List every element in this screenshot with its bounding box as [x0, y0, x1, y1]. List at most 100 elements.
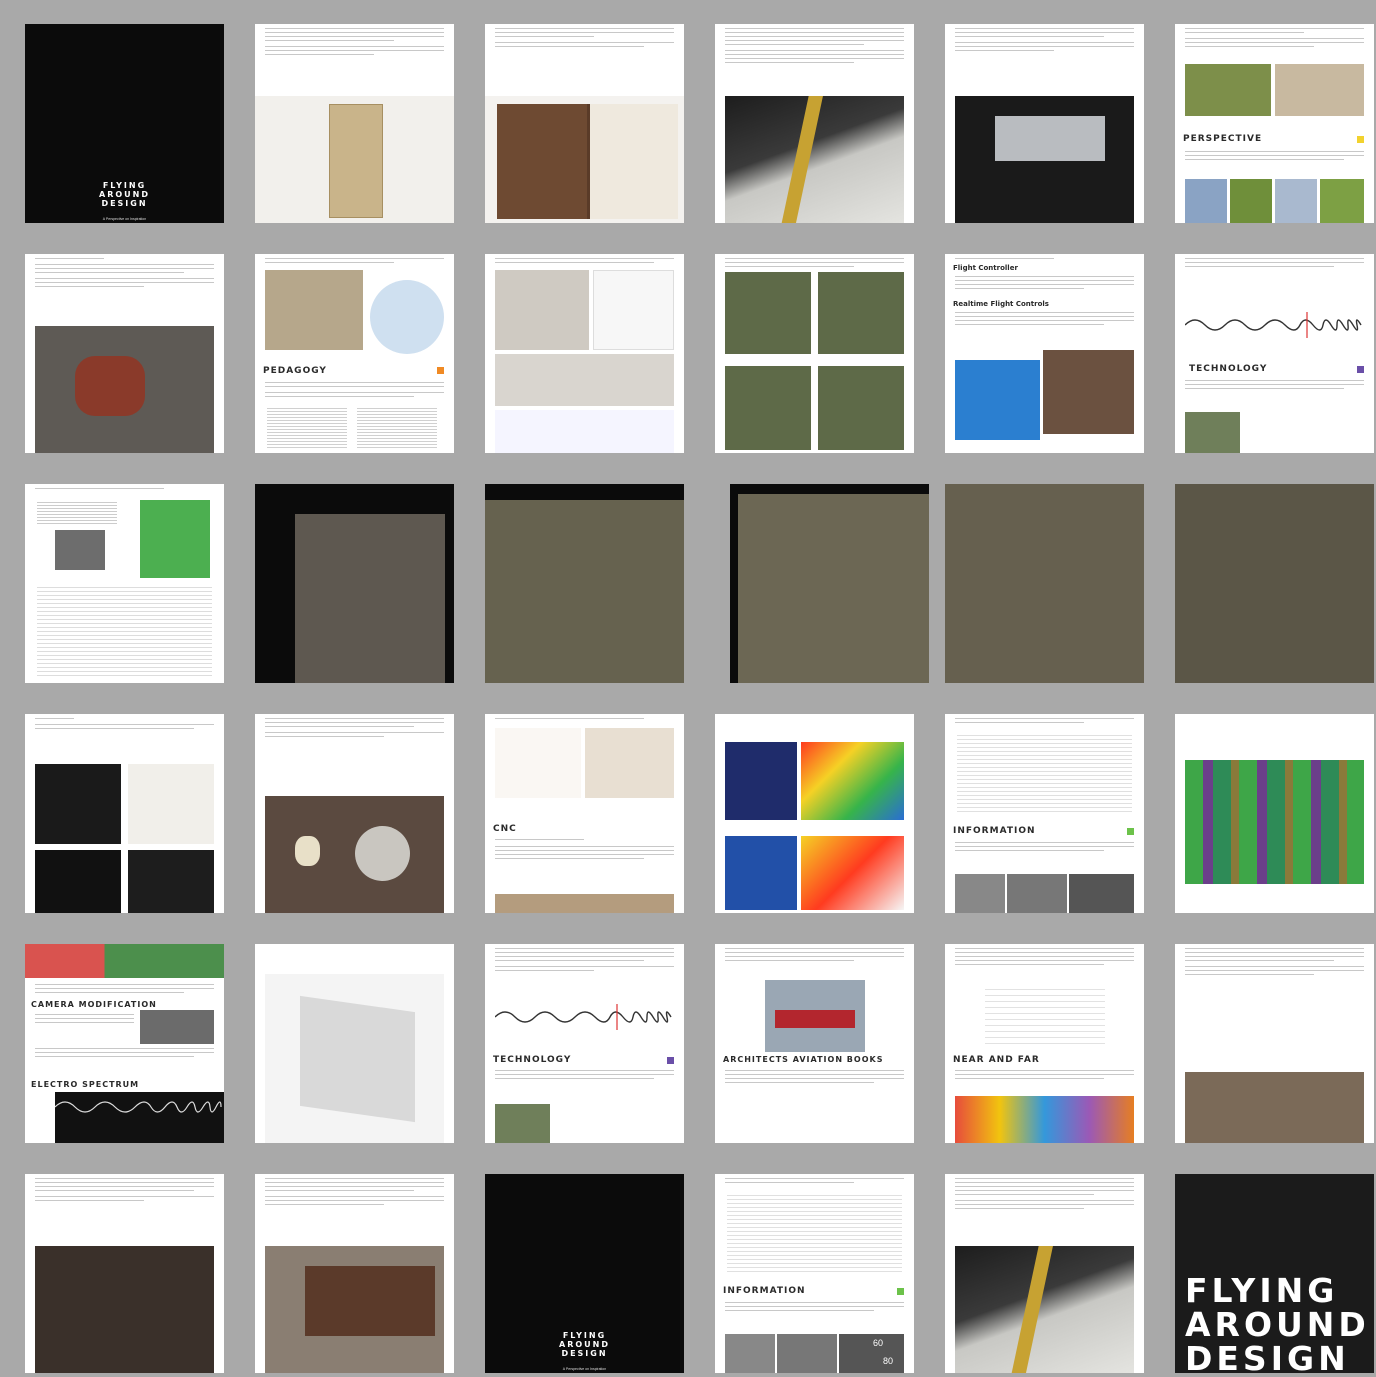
flight-controller-heading: Flight Controller — [953, 264, 1018, 272]
cover-title-2-line-3: DESIGN — [561, 1348, 608, 1358]
page-workshop-frames[interactable] — [1175, 944, 1374, 1143]
document-excerpt-left — [267, 406, 347, 450]
cover-title-2: FLYING AROUND DESIGN — [485, 1331, 684, 1358]
thermal-image-4 — [801, 836, 904, 910]
page-window-strut-2[interactable] — [945, 1174, 1144, 1373]
page-multispectral[interactable] — [1175, 714, 1374, 913]
near-and-far-heading: NEAR AND FAR — [953, 1055, 1040, 1065]
pedagogy-color-square — [437, 367, 444, 374]
page-leather-case[interactable] — [485, 24, 684, 223]
photo-wood-model — [585, 728, 674, 798]
pedagogy-heading: PEDAGOGY — [263, 366, 327, 376]
photo-gauge — [1007, 874, 1067, 913]
map-green — [140, 500, 210, 578]
page-architects-aviation-books[interactable]: ARCHITECTS AVIATION BOOKS — [715, 944, 914, 1143]
page-3d-model[interactable] — [255, 944, 454, 1143]
photo-horizon-2 — [495, 1104, 550, 1143]
page-camera-modification[interactable]: CAMERA MODIFICATION ELECTRO SPECTRUM — [25, 944, 224, 1143]
photo-rods — [495, 354, 674, 406]
page-cockpit-interior[interactable] — [25, 1174, 224, 1373]
photo-clouds — [1185, 179, 1227, 223]
page-window-strut[interactable] — [715, 24, 914, 223]
cover-large-title-line-3: DESIGN — [1185, 1338, 1350, 1373]
page-near-and-far[interactable]: NEAR AND FAR — [945, 944, 1144, 1143]
gray-shapes — [55, 530, 105, 570]
gauge-label-80: 80 — [883, 1356, 894, 1366]
page-pedagogy[interactable]: PEDAGOGY — [255, 254, 454, 453]
perspective-heading: PERSPECTIVE — [1183, 134, 1263, 144]
cover-large-title-line-2: AROUND — [1185, 1304, 1370, 1344]
page-cover-small[interactable]: FLYING AROUND DESIGN A Perspective on In… — [25, 24, 224, 223]
aerial-plan-2 — [818, 272, 904, 354]
photo-paper-envelope — [255, 96, 454, 223]
photo-airplane-people — [765, 980, 865, 1052]
thermal-image-3 — [725, 836, 797, 910]
page-aerial-mosaic-5[interactable] — [1175, 484, 1374, 683]
page-thermal[interactable] — [715, 714, 914, 913]
page-flight-controller[interactable]: Flight Controller Realtime Flight Contro… — [945, 254, 1144, 453]
page-cover-small-2[interactable]: FLYING AROUND DESIGN A Perspective on In… — [485, 1174, 684, 1373]
cnc-heading: CNC — [493, 824, 517, 834]
colored-plans — [955, 1096, 1134, 1143]
page-aerial-mosaic-2[interactable] — [485, 484, 684, 683]
cover-title-line-3: DESIGN — [101, 198, 148, 208]
3d-model-render — [265, 974, 444, 1143]
page-cover-large[interactable]: FLYING AROUND DESIGN — [1175, 1174, 1374, 1373]
photo-cockpit — [955, 96, 1134, 223]
page-technology[interactable]: TECHNOLOGY — [1175, 254, 1374, 453]
cover-large-title-line-1: FLYING — [1185, 1271, 1339, 1310]
photo-window-strut-2 — [955, 1246, 1134, 1373]
scan-view-3 — [35, 850, 121, 913]
aerial-plan-1 — [725, 272, 811, 354]
information-document — [957, 732, 1132, 812]
cover-subtitle: A Perspective on Inspiration — [102, 217, 147, 221]
electro-spectrum-heading: ELECTRO SPECTRUM — [31, 1080, 140, 1089]
page-drone-parts[interactable] — [485, 254, 684, 453]
page-throttle-knob[interactable] — [255, 714, 454, 913]
form-block — [37, 500, 117, 524]
photo-workshop — [495, 894, 674, 913]
perspective-color-square — [1357, 136, 1364, 143]
page-information-2[interactable]: INFORMATION 60 80 — [715, 1174, 914, 1373]
page-technology-2[interactable]: TECHNOLOGY — [485, 944, 684, 1143]
technology-color-square — [1357, 366, 1364, 373]
photo-dashboard — [955, 874, 1005, 913]
page-aerial-mosaic-3[interactable] — [730, 484, 929, 683]
aerial-mosaic-1 — [295, 514, 445, 683]
spectrum-wave — [1185, 312, 1364, 338]
page-data-forms[interactable] — [25, 484, 224, 683]
architects-aviation-books-heading: ARCHITECTS AVIATION BOOKS — [723, 1055, 884, 1064]
page-cockpit-view[interactable] — [945, 24, 1144, 223]
aerial-mosaic-2 — [485, 500, 684, 683]
photo-throttle — [265, 796, 444, 913]
false-color-map — [25, 944, 224, 978]
wave-graphic-2 — [495, 1004, 672, 1030]
photo-airframe-workshop — [1185, 1072, 1364, 1143]
cnc-drawing — [495, 728, 581, 798]
scan-view-2 — [128, 764, 214, 844]
page-envelope[interactable] — [255, 24, 454, 223]
aerial-mosaic-4 — [945, 484, 1144, 683]
aerial-plan-4 — [818, 366, 904, 450]
photo-dashboard-2 — [725, 1334, 775, 1373]
page-cnc[interactable]: CNC — [485, 714, 684, 913]
polar-map — [370, 280, 444, 354]
page-perspective[interactable]: PERSPECTIVE — [1175, 24, 1374, 223]
camera-modification-heading: CAMERA MODIFICATION — [31, 1000, 157, 1009]
photo-old-map — [265, 270, 363, 350]
photo-window-strut — [725, 96, 904, 223]
page-instrument-panel[interactable] — [255, 1174, 454, 1373]
page-information[interactable]: INFORMATION — [945, 714, 1144, 913]
information-color-square-2 — [897, 1288, 904, 1295]
photo-landscape — [1320, 179, 1364, 223]
page-flight-grids[interactable] — [715, 254, 914, 453]
page-aerial-mosaic-1[interactable] — [255, 484, 454, 683]
spectrum-strip — [55, 1092, 224, 1143]
page-3d-scan[interactable] — [25, 714, 224, 913]
scan-view-1 — [35, 764, 121, 844]
page-engine[interactable] — [25, 254, 224, 453]
cover-subtitle-2: A Perspective on Inspiration — [562, 1367, 607, 1371]
document-excerpt-right — [357, 406, 437, 450]
page-aerial-mosaic-4[interactable] — [945, 484, 1144, 683]
aerial-mosaic-3 — [738, 494, 929, 683]
